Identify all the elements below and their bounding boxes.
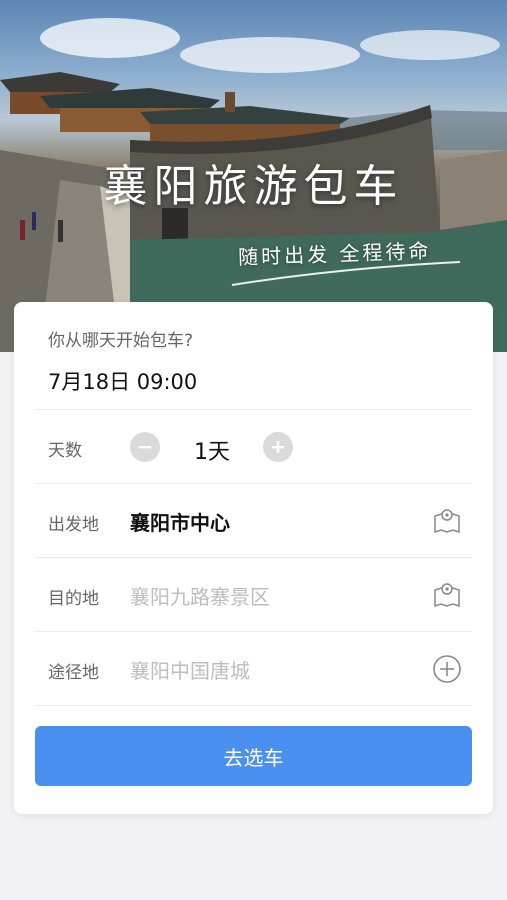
minus-icon <box>139 446 151 449</box>
days-label: 天数 <box>48 441 82 461</box>
via-label: 途径地 <box>48 663 99 683</box>
days-value: 1天 <box>194 440 230 465</box>
divider <box>35 705 472 706</box>
departure-label: 出发地 <box>48 515 99 535</box>
increase-days-button[interactable] <box>263 432 293 462</box>
divider <box>35 557 472 558</box>
destination-input[interactable]: 襄阳九路寨景区 <box>130 581 270 610</box>
choose-car-button[interactable]: 去选车 <box>35 726 472 786</box>
divider <box>35 409 472 410</box>
add-circle-icon[interactable] <box>431 653 463 685</box>
start-date-value[interactable]: 7月18日 09:00 <box>48 366 197 396</box>
via-input[interactable]: 襄阳中国唐城 <box>130 655 250 684</box>
decrease-days-button[interactable] <box>130 432 160 462</box>
hero-title: 襄阳旅游包车 <box>103 161 404 212</box>
hero-banner: 襄阳旅游包车 随时出发 全程待命 <box>0 0 507 352</box>
map-pin-icon[interactable] <box>431 504 463 536</box>
divider <box>35 483 472 484</box>
destination-label: 目的地 <box>48 589 99 609</box>
start-date-question: 你从哪天开始包车? <box>48 331 194 351</box>
departure-value[interactable]: 襄阳市中心 <box>130 507 230 536</box>
choose-car-button-label: 去选车 <box>223 745 284 770</box>
plus-icon <box>272 441 284 453</box>
booking-form-card: 你从哪天开始包车? 7月18日 09:00 天数 1天 出发地 襄阳市中心 目的… <box>14 302 493 814</box>
divider <box>35 631 472 632</box>
map-pin-icon[interactable] <box>431 578 463 610</box>
